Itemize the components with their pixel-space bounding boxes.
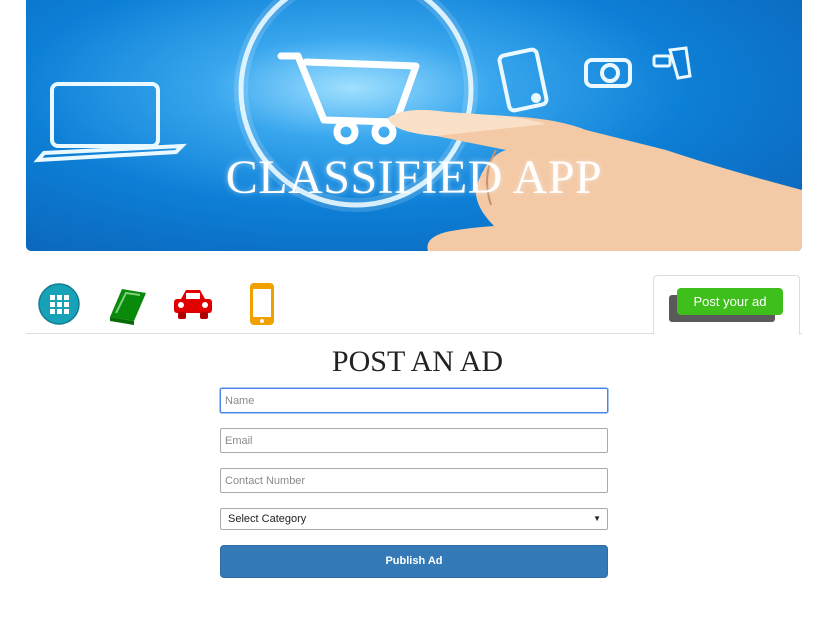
banner-illustration bbox=[33, 0, 802, 251]
mobile-icon[interactable] bbox=[240, 283, 282, 325]
publish-ad-button[interactable]: Publish Ad bbox=[220, 545, 608, 578]
dropdown-arrow-icon: ▼ bbox=[593, 514, 601, 523]
shopping-cart-icon bbox=[277, 52, 420, 145]
category-select[interactable]: Select Category ▼ bbox=[220, 508, 608, 530]
phone-icon bbox=[497, 47, 549, 113]
contact-number-input[interactable] bbox=[220, 468, 608, 493]
car-icon[interactable] bbox=[172, 283, 214, 325]
hero-banner: CLASSIFIED APP bbox=[26, 0, 802, 251]
name-input[interactable] bbox=[220, 388, 608, 413]
all-categories-icon[interactable] bbox=[38, 283, 80, 325]
book-icon[interactable] bbox=[106, 283, 148, 325]
laptop-icon bbox=[33, 82, 188, 163]
post-your-ad-tab[interactable]: Post your ad bbox=[653, 275, 800, 335]
banner-title: CLASSIFIED APP bbox=[225, 151, 603, 204]
category-nav: Post your ad bbox=[26, 275, 802, 335]
category-select-value: Select Category bbox=[228, 513, 307, 525]
form-title: POST AN AD bbox=[331, 345, 504, 378]
post-your-ad-button[interactable]: Post your ad bbox=[677, 288, 783, 315]
email-input[interactable] bbox=[220, 428, 608, 453]
camera-icon bbox=[584, 58, 632, 88]
camcorder-icon bbox=[652, 46, 692, 80]
